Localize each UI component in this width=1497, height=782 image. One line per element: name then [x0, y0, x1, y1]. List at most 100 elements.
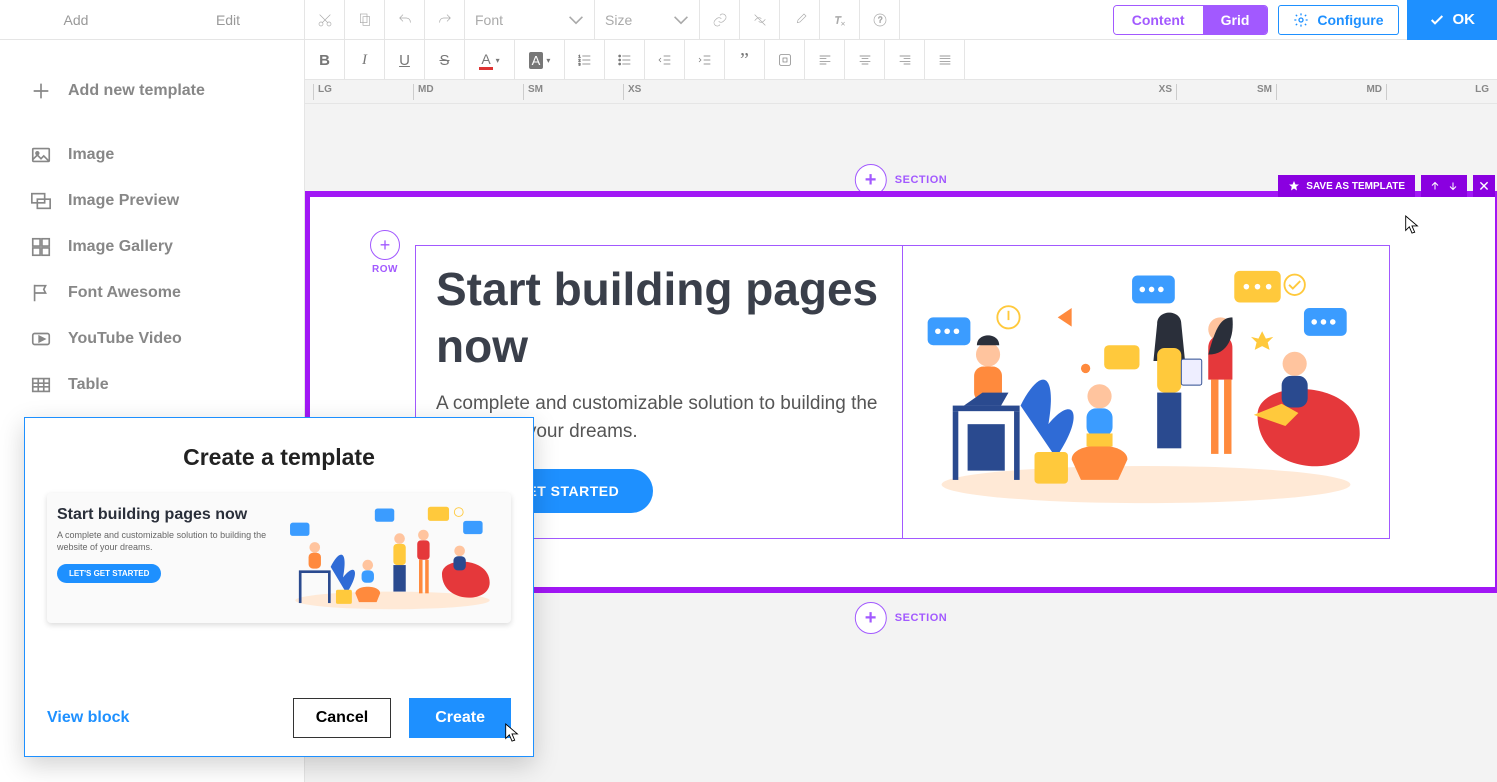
undo-button[interactable]	[385, 0, 425, 40]
svg-text:3: 3	[578, 61, 581, 66]
sidebar-item-font-awesome[interactable]: Font Awesome	[30, 270, 304, 316]
redo-button[interactable]	[425, 0, 465, 40]
add-section-top[interactable]: + SECTION	[855, 164, 947, 196]
help-button[interactable]: ?	[860, 0, 900, 40]
breakpoint-ruler: LG MD SM XS XS SM MD LG	[305, 80, 1497, 104]
sidebar-item-label: Table	[68, 376, 109, 394]
cancel-button[interactable]: Cancel	[293, 698, 391, 738]
add-row-button[interactable]: + ROW	[370, 230, 400, 275]
help-icon: ?	[872, 12, 888, 28]
align-left-button[interactable]	[805, 40, 845, 80]
sidebar-tab-edit[interactable]: Edit	[152, 0, 304, 39]
font-select[interactable]: Font	[465, 0, 595, 40]
quote-icon: ”	[740, 49, 749, 72]
plus-icon	[30, 80, 52, 102]
copy-button[interactable]	[345, 0, 385, 40]
sidebar-tab-add[interactable]: Add	[0, 0, 152, 39]
preview-title: Start building pages now	[57, 505, 274, 524]
sidebar-item-youtube[interactable]: YouTube Video	[30, 316, 304, 362]
svg-text:?: ?	[878, 15, 883, 24]
bp-sm-right: SM	[1257, 84, 1277, 100]
row[interactable]: Start building pages now A complete and …	[415, 245, 1390, 539]
save-as-template-label: SAVE AS TEMPLATE	[1306, 181, 1405, 192]
redo-icon	[437, 12, 453, 28]
bg-color-icon: A	[529, 52, 544, 69]
preview-cta: LET'S GET STARTED	[57, 564, 161, 583]
link-icon	[712, 12, 728, 28]
size-select[interactable]: Size	[595, 0, 700, 40]
section-label: SECTION	[895, 612, 947, 624]
clear-format-button[interactable]: T	[820, 0, 860, 40]
sidebar-item-label: YouTube Video	[68, 330, 182, 348]
sidebar-item-image[interactable]: Image	[30, 132, 304, 178]
arrow-down-icon[interactable]	[1447, 180, 1459, 192]
chevron-down-icon	[568, 12, 584, 28]
plus-circle-icon: +	[855, 164, 887, 196]
sidebar-item-image-gallery[interactable]: Image Gallery	[30, 224, 304, 270]
outdent-icon	[657, 52, 673, 68]
link-button[interactable]	[700, 0, 740, 40]
italic-icon: I	[362, 52, 367, 69]
section-label: SECTION	[895, 174, 947, 186]
strike-button[interactable]: S	[425, 40, 465, 80]
view-block-link[interactable]: View block	[47, 709, 129, 727]
image-preview-icon	[30, 190, 52, 212]
editor-toolbar-row-1: Font Size T ? Content Grid Configure OK	[305, 0, 1497, 40]
font-select-label: Font	[475, 12, 503, 28]
ol-button[interactable]: 123	[565, 40, 605, 80]
align-right-button[interactable]	[885, 40, 925, 80]
save-as-template-button[interactable]: SAVE AS TEMPLATE	[1278, 175, 1415, 197]
bold-button[interactable]: B	[305, 40, 345, 80]
hero-title: Start building pages now	[436, 261, 882, 376]
create-button[interactable]: Create	[409, 698, 511, 738]
arrow-up-icon[interactable]	[1429, 180, 1441, 192]
add-new-template[interactable]: Add new template	[30, 68, 304, 114]
ul-button[interactable]	[605, 40, 645, 80]
cut-icon	[317, 12, 333, 28]
bg-color-button[interactable]: A▾	[515, 40, 565, 80]
row-label: ROW	[372, 264, 398, 275]
sidebar-item-label: Image	[68, 146, 114, 164]
outdent-button[interactable]	[645, 40, 685, 80]
gear-icon	[1293, 12, 1309, 28]
unlink-button[interactable]	[740, 0, 780, 40]
view-mode-content[interactable]: Content	[1114, 6, 1203, 34]
quote-button[interactable]: ”	[725, 40, 765, 80]
sidebar-item-image-preview[interactable]: Image Preview	[30, 178, 304, 224]
sidebar-item-label: Image Preview	[68, 192, 179, 210]
bp-lg-left: LG	[313, 84, 332, 100]
size-select-label: Size	[605, 12, 632, 28]
special-char-button[interactable]	[765, 40, 805, 80]
bp-md-right: MD	[1366, 84, 1387, 100]
strike-icon: S	[439, 52, 449, 69]
brush-icon	[792, 12, 808, 28]
section-toolbar: SAVE AS TEMPLATE ✕	[1278, 175, 1495, 197]
brush-button[interactable]	[780, 0, 820, 40]
clear-format-icon: T	[832, 12, 848, 28]
section-close-button[interactable]: ✕	[1473, 175, 1495, 197]
text-color-button[interactable]: A▾	[465, 40, 515, 80]
bp-sm-left: SM	[523, 84, 543, 100]
column-right[interactable]	[903, 246, 1389, 538]
indent-button[interactable]	[685, 40, 725, 80]
configure-button[interactable]: Configure	[1278, 5, 1398, 35]
video-icon	[30, 328, 52, 350]
add-section-bottom[interactable]: + SECTION	[855, 602, 947, 634]
italic-button[interactable]: I	[345, 40, 385, 80]
align-center-button[interactable]	[845, 40, 885, 80]
bp-xs-right: XS	[1159, 84, 1177, 100]
section-move-buttons	[1421, 175, 1467, 197]
ok-button[interactable]: OK	[1407, 0, 1497, 40]
template-preview: Start building pages now A complete and …	[47, 493, 511, 623]
cut-button[interactable]	[305, 0, 345, 40]
sidebar-item-table[interactable]: Table	[30, 362, 304, 408]
view-mode-grid[interactable]: Grid	[1203, 6, 1268, 34]
align-justify-button[interactable]	[925, 40, 965, 80]
view-mode-segment: Content Grid	[1113, 5, 1269, 35]
underline-button[interactable]: U	[385, 40, 425, 80]
chevron-down-icon	[673, 12, 689, 28]
configure-label: Configure	[1317, 12, 1383, 28]
indent-icon	[697, 52, 713, 68]
ordered-list-icon: 123	[577, 52, 593, 68]
align-center-icon	[857, 52, 873, 68]
